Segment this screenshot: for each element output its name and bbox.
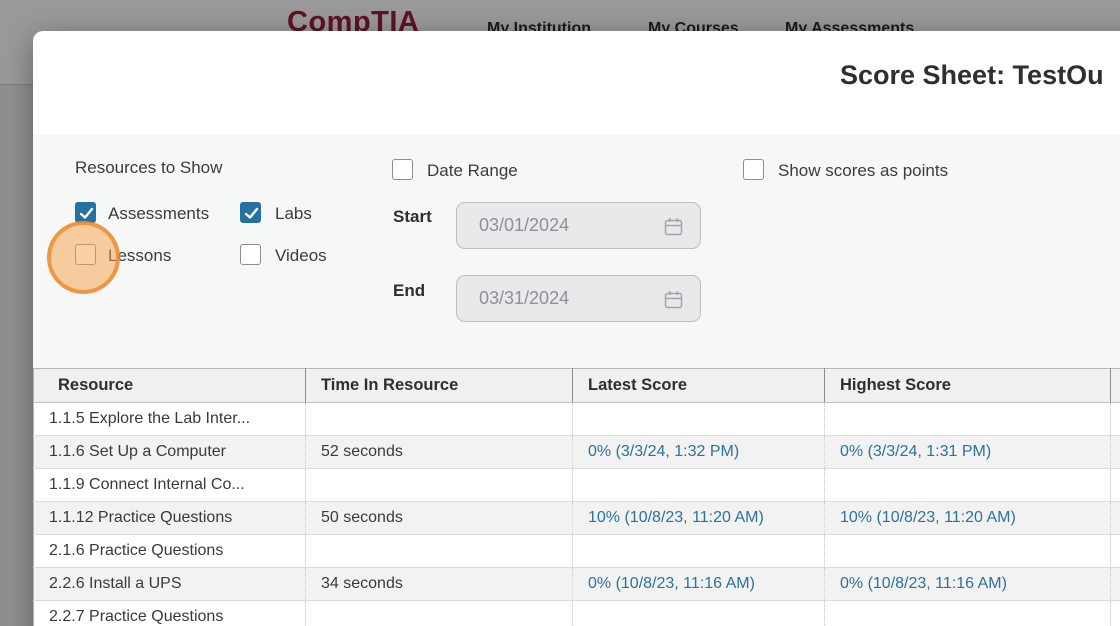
latest-score-cell (573, 469, 825, 502)
modal-title: Score Sheet: TestOu (840, 60, 1104, 91)
table-header-row: Resource Time In Resource Latest Score H… (34, 369, 1120, 403)
highest-score-cell (825, 469, 1111, 502)
table-row: 1.1.12 Practice Questions 50 seconds 10%… (34, 502, 1120, 535)
time-cell: 50 seconds (306, 502, 573, 535)
table-row: 1.1.5 Explore the Lab Inter... (34, 403, 1120, 436)
highest-score-cell (825, 403, 1111, 436)
checkmark-icon (242, 204, 261, 223)
resource-cell: 1.1.5 Explore the Lab Inter... (34, 403, 306, 436)
resource-cell: 1.1.12 Practice Questions (34, 502, 306, 535)
start-date-label: Start (393, 207, 432, 227)
table-row: 2.1.6 Practice Questions (34, 535, 1120, 568)
latest-score-link[interactable]: 0% (10/8/23, 11:16 AM) (573, 568, 825, 601)
videos-checkbox-label[interactable]: Videos (275, 246, 327, 266)
table-row: 1.1.9 Connect Internal Co... (34, 469, 1120, 502)
calendar-icon (663, 216, 684, 237)
checkmark-icon (77, 204, 96, 223)
time-cell (306, 403, 573, 436)
end-date-input[interactable]: 03/31/2024 (456, 275, 701, 322)
resource-cell: 1.1.6 Set Up a Computer (34, 436, 306, 469)
start-date-value: 03/01/2024 (479, 215, 569, 236)
column-header-highest-score: Highest Score (825, 369, 1111, 403)
resource-cell: 2.2.7 Practice Questions (34, 601, 306, 626)
table-row: 1.1.6 Set Up a Computer 52 seconds 0% (3… (34, 436, 1120, 469)
clipped-cell (1111, 568, 1120, 601)
column-header-clipped (1111, 369, 1120, 403)
clipped-cell (1111, 469, 1120, 502)
score-table: Resource Time In Resource Latest Score H… (33, 368, 1120, 626)
time-cell: 52 seconds (306, 436, 573, 469)
highest-score-link[interactable]: 0% (3/3/24, 1:31 PM) (825, 436, 1111, 469)
time-cell: 34 seconds (306, 568, 573, 601)
date-range-checkbox[interactable] (392, 159, 413, 180)
time-cell (306, 535, 573, 568)
latest-score-cell (573, 601, 825, 626)
column-header-latest-score: Latest Score (573, 369, 825, 403)
highest-score-cell (825, 601, 1111, 626)
table-row: 2.2.6 Install a UPS 34 seconds 0% (10/8/… (34, 568, 1120, 601)
highest-score-cell (825, 535, 1111, 568)
start-date-input[interactable]: 03/01/2024 (456, 202, 701, 249)
highest-score-link[interactable]: 0% (10/8/23, 11:16 AM) (825, 568, 1111, 601)
resources-to-show-label: Resources to Show (75, 158, 222, 178)
end-date-label: End (393, 281, 425, 301)
latest-score-link[interactable]: 10% (10/8/23, 11:20 AM) (573, 502, 825, 535)
lessons-checkbox[interactable] (75, 244, 96, 265)
videos-checkbox[interactable] (240, 244, 261, 265)
latest-score-link[interactable]: 0% (3/3/24, 1:32 PM) (573, 436, 825, 469)
time-cell (306, 601, 573, 626)
assessments-checkbox-label[interactable]: Assessments (108, 204, 209, 224)
filter-panel: Resources to Show Assessments Labs Lesso… (33, 135, 1120, 368)
date-range-checkbox-label[interactable]: Date Range (427, 161, 518, 181)
highest-score-link[interactable]: 10% (10/8/23, 11:20 AM) (825, 502, 1111, 535)
resource-cell: 1.1.9 Connect Internal Co... (34, 469, 306, 502)
calendar-icon (663, 289, 684, 310)
labs-checkbox-label[interactable]: Labs (275, 204, 312, 224)
labs-checkbox[interactable] (240, 202, 261, 223)
clipped-cell (1111, 502, 1120, 535)
assessments-checkbox[interactable] (75, 202, 96, 223)
clipped-cell (1111, 403, 1120, 436)
resource-cell: 2.2.6 Install a UPS (34, 568, 306, 601)
latest-score-cell (573, 535, 825, 568)
column-header-resource: Resource (34, 369, 306, 403)
show-scores-as-points-label[interactable]: Show scores as points (778, 161, 948, 181)
resource-cell: 2.1.6 Practice Questions (34, 535, 306, 568)
column-header-time: Time In Resource (306, 369, 573, 403)
time-cell (306, 469, 573, 502)
lessons-checkbox-label[interactable]: Lessons (108, 246, 171, 266)
clipped-cell (1111, 601, 1120, 626)
clipped-cell (1111, 436, 1120, 469)
table-row: 2.2.7 Practice Questions (34, 601, 1120, 626)
score-sheet-modal: Score Sheet: TestOu Resources to Show As… (33, 31, 1120, 626)
show-scores-as-points-checkbox[interactable] (743, 159, 764, 180)
end-date-value: 03/31/2024 (479, 288, 569, 309)
latest-score-cell (573, 403, 825, 436)
clipped-cell (1111, 535, 1120, 568)
